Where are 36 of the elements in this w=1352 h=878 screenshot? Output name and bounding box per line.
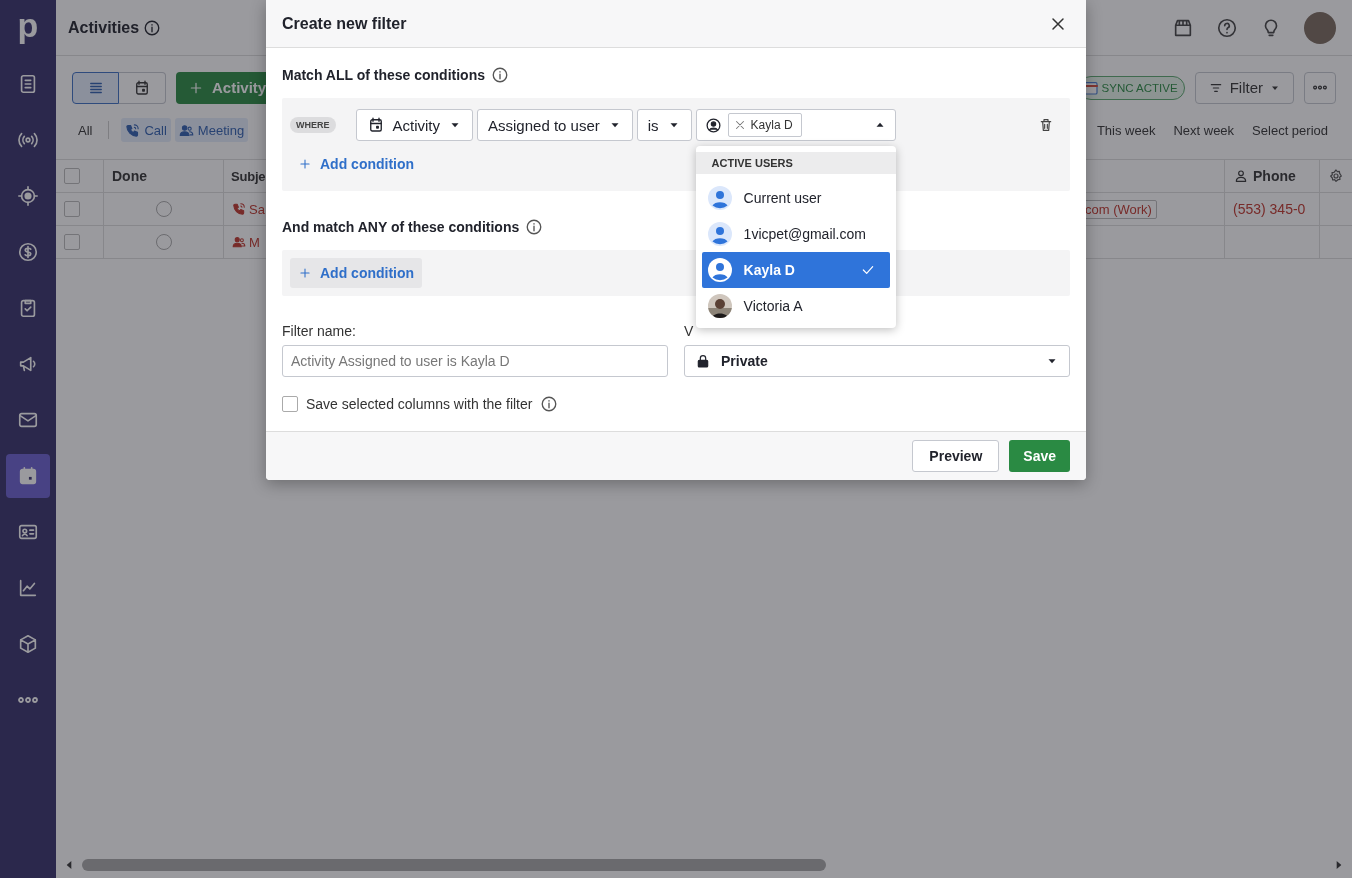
column-header: Phone <box>1253 168 1296 184</box>
filter-button[interactable]: Filter <box>1194 71 1294 104</box>
activity-type-filter[interactable]: Call <box>121 118 171 142</box>
period-link[interactable]: This week <box>1088 122 1164 138</box>
phone-link[interactable]: (553) 345-0 <box>1233 201 1306 217</box>
section-heading: Match ALL of these conditions <box>282 67 485 83</box>
user-option[interactable]: Current user <box>701 180 890 216</box>
subject-link[interactable]: M <box>249 234 260 250</box>
activity-type-filter[interactable]: Meeting <box>174 118 249 142</box>
group-heading: ACTIVE USERS <box>695 152 896 174</box>
where-label: WHERE <box>290 117 336 133</box>
add-condition-button[interactable]: Add condition <box>290 149 423 179</box>
filter-name-field[interactable]: Activity Assigned to user is Kayla D <box>282 345 668 377</box>
user-option[interactable]: 1vicpet@gmail.com <box>701 216 890 252</box>
object-select[interactable]: Activity <box>355 109 473 141</box>
field-label: V <box>684 323 695 339</box>
page-title: Activities <box>68 18 140 37</box>
dialog-title: Create new filter <box>282 14 407 33</box>
save-button[interactable]: Save <box>1009 440 1070 472</box>
column-header: Done <box>112 168 147 184</box>
operator-select[interactable]: is <box>636 109 692 141</box>
add-condition-button[interactable]: Add condition <box>290 258 423 288</box>
period-link[interactable]: Select period <box>1244 122 1336 138</box>
field-select[interactable]: Assigned to user <box>477 109 633 141</box>
checkbox-label: Save selected columns with the filter <box>306 396 533 412</box>
period-link[interactable]: Next week <box>1165 122 1243 138</box>
filter-tab[interactable]: All <box>74 122 97 138</box>
user-option[interactable]: Kayla D <box>701 252 890 288</box>
logo[interactable]: p <box>17 0 39 56</box>
field-label: Filter name: <box>282 323 357 339</box>
selected-user-chip: Kayla D <box>727 113 802 137</box>
column-header: Subje <box>231 168 266 184</box>
subject-link[interactable]: Sa <box>249 201 265 217</box>
section-heading: And match ANY of these conditions <box>282 219 520 235</box>
preview-button[interactable]: Preview <box>912 440 1000 472</box>
visibility-select[interactable]: Private <box>684 345 1070 377</box>
